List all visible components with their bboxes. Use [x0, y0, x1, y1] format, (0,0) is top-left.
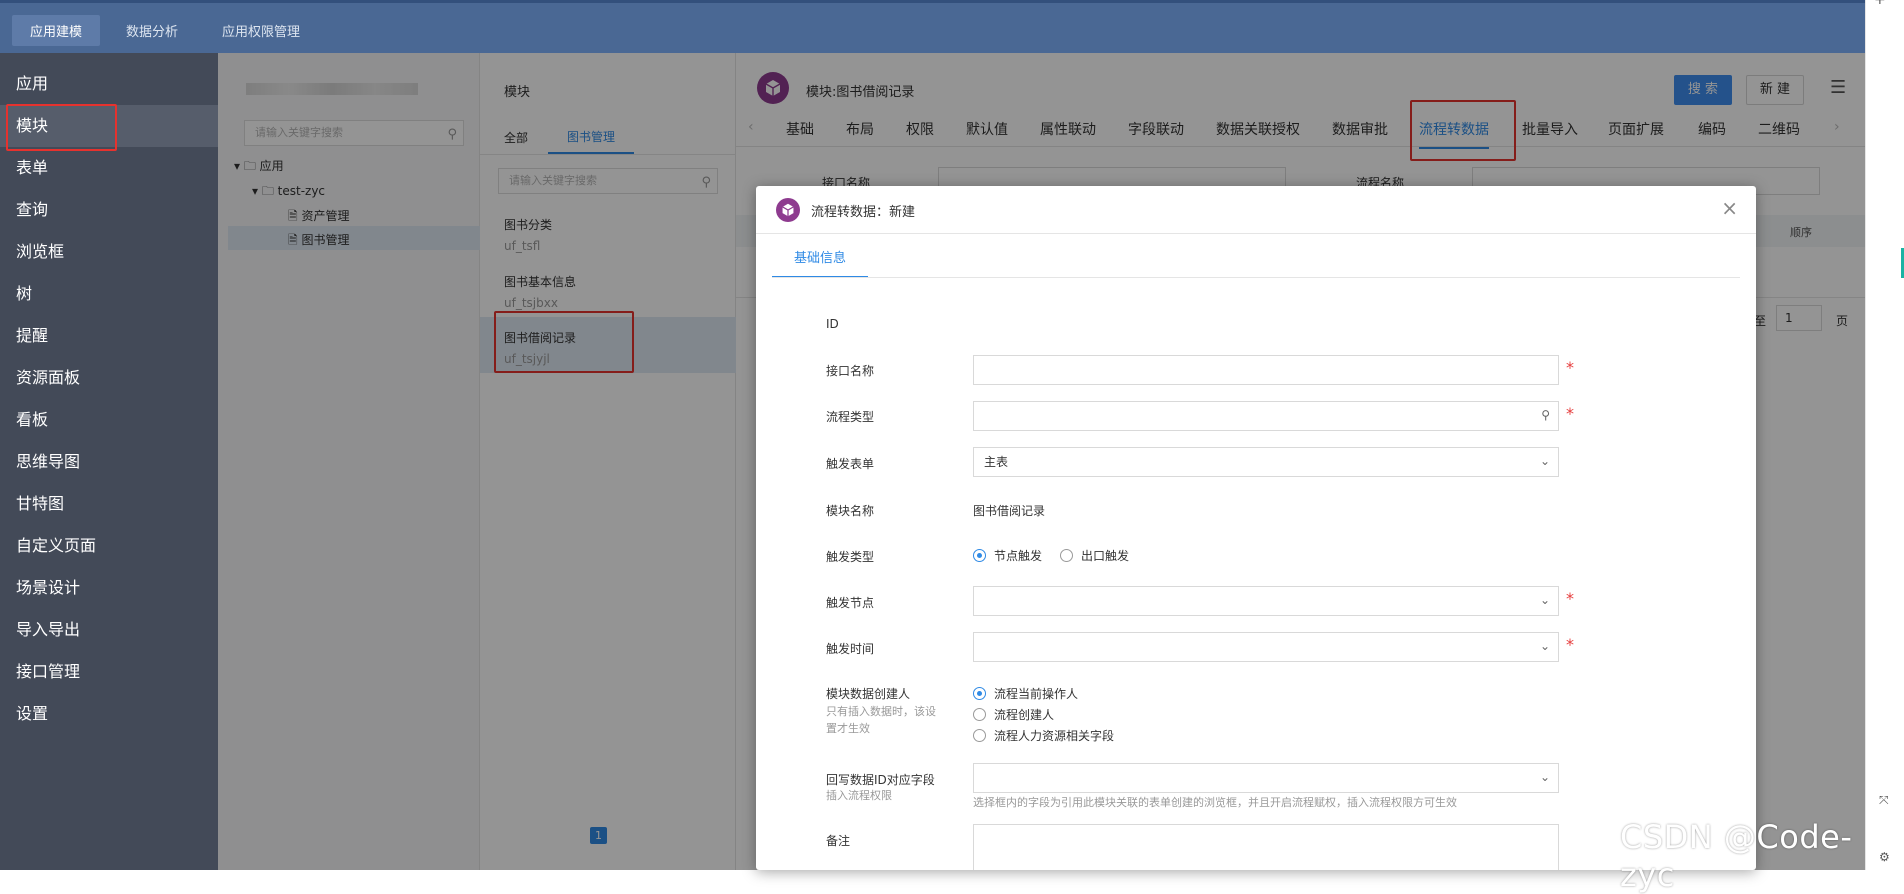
radio-checked-icon — [973, 549, 986, 562]
chevron-down-icon: ⌄ — [1539, 770, 1550, 784]
expand-icon[interactable]: ⤧ — [1879, 793, 1889, 808]
close-icon[interactable]: × — [1721, 196, 1738, 220]
required-mark: * — [1566, 358, 1574, 377]
right-strip: + ⤧ ⚙ — [1865, 0, 1904, 870]
sidebar-item-import-export[interactable]: 导入导出 — [0, 609, 218, 651]
field-label-trigger-form: 触发表单 — [826, 457, 875, 471]
top-bar: 应用建模 数据分析 应用权限管理 — [0, 0, 1865, 53]
field-label-module-name: 模块名称 — [826, 504, 875, 518]
tab-basic-info[interactable]: 基础信息 — [772, 242, 868, 278]
top-nav-data-analysis[interactable]: 数据分析 — [108, 15, 196, 46]
chevron-down-icon: ⌄ — [1539, 593, 1550, 607]
radio-node-trigger[interactable]: 节点触发 — [973, 547, 1042, 564]
field-label-remark: 备注 — [826, 834, 851, 848]
watermark: CSDN @Code-zyc — [1620, 818, 1853, 894]
required-mark: * — [1566, 589, 1574, 608]
trigger-form-select[interactable]: 主表 ⌄ — [973, 447, 1559, 477]
trigger-node-select[interactable]: ⌄ — [973, 586, 1559, 616]
chevron-down-icon: ⌄ — [1539, 454, 1550, 468]
required-mark: * — [1566, 635, 1574, 654]
writeback-sub: 插入流程权限 — [826, 789, 892, 802]
sidebar-item-resource-panel[interactable]: 资源面板 — [0, 357, 218, 399]
api-name-input[interactable] — [973, 355, 1559, 385]
top-nav-app-modeling[interactable]: 应用建模 — [12, 15, 101, 46]
radio-hr-field[interactable]: 流程人力资源相关字段 — [973, 727, 1114, 744]
sidebar: 应用 模块 表单 查询 浏览框 树 提醒 资源面板 看板 思维导图 甘特图 自定… — [0, 53, 218, 870]
sidebar-item-api-management[interactable]: 接口管理 — [0, 651, 218, 693]
sidebar-item-mindmap[interactable]: 思维导图 — [0, 441, 218, 483]
sidebar-item-app[interactable]: 应用 — [0, 63, 218, 105]
field-label-trigger-type: 触发类型 — [826, 550, 875, 564]
radio-unchecked-icon — [973, 729, 986, 742]
radio-unchecked-icon — [973, 708, 986, 721]
top-nav-app-permission[interactable]: 应用权限管理 — [204, 15, 318, 46]
field-label-trigger-time: 触发时间 — [826, 642, 875, 656]
dialog-title: 流程转数据：新建 — [811, 205, 916, 220]
field-label-trigger-node: 触发节点 — [826, 596, 875, 610]
radio-exit-trigger[interactable]: 出口触发 — [1060, 547, 1129, 564]
sidebar-item-settings[interactable]: 设置 — [0, 693, 218, 735]
writeback-field-select[interactable]: ⌄ — [973, 763, 1559, 793]
chevron-down-icon: ⌄ — [1539, 639, 1550, 653]
sidebar-item-scene-design[interactable]: 场景设计 — [0, 567, 218, 609]
sidebar-item-tree[interactable]: 树 — [0, 273, 218, 315]
sidebar-item-browser[interactable]: 浏览框 — [0, 231, 218, 273]
field-label-writeback: 回写数据ID对应字段 — [826, 773, 935, 787]
search-icon[interactable]: ⚲ — [1541, 401, 1550, 429]
sidebar-item-query[interactable]: 查询 — [0, 189, 218, 231]
sidebar-item-gantt[interactable]: 甘特图 — [0, 483, 218, 525]
remark-textarea[interactable] — [973, 824, 1559, 870]
sidebar-item-custom-page[interactable]: 自定义页面 — [0, 525, 218, 567]
module-name-value: 图书借阅记录 — [973, 504, 1046, 518]
field-label-id: ID — [826, 317, 839, 331]
writeback-hint: 选择框内的字段为引用此模块关联的表单创建的浏览框，并且开启流程赋权，插入流程权限… — [973, 796, 1457, 809]
plus-icon[interactable]: + — [1874, 0, 1886, 8]
flow-type-browser[interactable]: ⚲ — [973, 401, 1559, 431]
top-nav: 应用建模 数据分析 应用权限管理 — [12, 15, 318, 46]
field-label-api-name: 接口名称 — [826, 364, 875, 378]
field-label-flow-type: 流程类型 — [826, 410, 875, 424]
creator-hint: 只有插入数据时，该设置才生效 — [826, 705, 936, 735]
highlight-box-sidebar-module — [6, 104, 117, 151]
field-label-creator: 模块数据创建人 — [826, 687, 911, 701]
sidebar-item-kanban[interactable]: 看板 — [0, 399, 218, 441]
radio-flow-creator[interactable]: 流程创建人 — [973, 706, 1054, 723]
radio-checked-icon — [973, 687, 986, 700]
sidebar-item-form[interactable]: 表单 — [0, 147, 218, 189]
radio-unchecked-icon — [1060, 549, 1073, 562]
dialog-header: 流程转数据：新建 × — [756, 186, 1756, 234]
trigger-time-select[interactable]: ⌄ — [973, 632, 1559, 662]
divider — [772, 277, 1740, 278]
required-mark: * — [1566, 404, 1574, 423]
radio-current-operator[interactable]: 流程当前操作人 — [973, 685, 1078, 702]
select-value: 主表 — [984, 455, 1009, 469]
sidebar-item-reminder[interactable]: 提醒 — [0, 315, 218, 357]
new-flow-to-data-dialog: 流程转数据：新建 × 基础信息 ID 接口名称 * 流程类型 ⚲ * 触发表单 … — [756, 186, 1756, 870]
module-cube-icon — [776, 198, 800, 222]
